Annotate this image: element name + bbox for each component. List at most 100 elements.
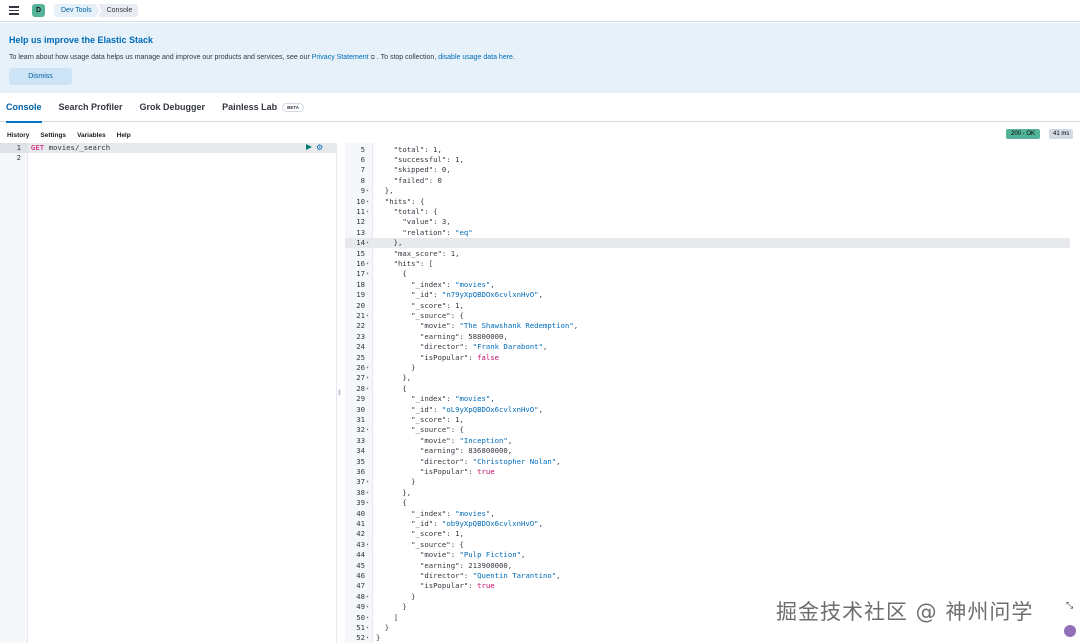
line-number: 16 — [356, 258, 365, 268]
fold-icon[interactable]: ▾ — [366, 384, 369, 394]
response-line: "isPopular": true — [419, 581, 495, 591]
response-line: "earning": 213900000, — [419, 560, 513, 570]
fold-icon[interactable]: ▾ — [366, 259, 369, 269]
line-number: 27 — [356, 373, 365, 383]
line-number: 44 — [356, 550, 365, 560]
response-line: } — [376, 477, 416, 487]
menu-help[interactable]: Help — [117, 132, 131, 139]
line-number: 52 — [356, 633, 365, 643]
tab-painless-lab[interactable]: Painless Lab BETA — [222, 93, 305, 122]
disable-usage-data-link[interactable]: disable usage data here — [438, 54, 513, 61]
response-line: "_score": 1, — [411, 414, 464, 424]
line-number: 35 — [356, 456, 365, 466]
line-number: 22 — [356, 321, 365, 331]
response-line: ] — [376, 612, 398, 622]
fold-icon[interactable]: ▾ — [366, 623, 369, 633]
tab-console[interactable]: Console — [6, 93, 42, 123]
line-number: 19 — [356, 290, 365, 300]
send-request-icon[interactable] — [306, 144, 312, 150]
line-number: 40 — [356, 508, 365, 518]
response-line: "_id": "n79yXpQBDOx6cvlxnHvO", — [411, 290, 543, 300]
request-editor[interactable]: 1 2 GET movies/_search ⚙ — [0, 143, 336, 643]
http-method: GET — [31, 143, 45, 152]
response-line: "_source": { — [411, 539, 464, 549]
response-line: "director": "Christopher Nolan", — [419, 456, 561, 466]
response-line: "_source": { — [411, 310, 464, 320]
callout-title: Help us improve the Elastic Stack — [9, 35, 154, 45]
line-number: 33 — [356, 435, 365, 445]
response-line: "director": "Frank Darabont", — [419, 342, 548, 352]
telemetry-callout: Help us improve the Elastic Stack To lea… — [0, 23, 1080, 93]
response-line: } — [376, 362, 416, 372]
fold-icon[interactable]: ▾ — [366, 425, 369, 435]
top-header: D Dev Tools Console — [0, 0, 1080, 22]
wrench-icon[interactable]: ⚙ — [316, 143, 323, 152]
response-line: "_index": "movies", — [411, 394, 495, 404]
line-number: 6 — [360, 154, 365, 164]
fold-icon[interactable]: ▾ — [366, 592, 369, 602]
fold-icon[interactable]: ▾ — [366, 602, 369, 612]
response-line: }, — [376, 186, 394, 196]
fold-icon[interactable]: ▾ — [366, 186, 369, 196]
request-gutter — [0, 143, 28, 643]
fold-icon[interactable]: ▾ — [366, 498, 369, 508]
response-line: "isPopular": true — [419, 466, 495, 476]
menu-variables[interactable]: Variables — [77, 132, 106, 139]
breadcrumb-console: Console — [97, 4, 139, 17]
hamburger-menu-icon[interactable] — [0, 0, 28, 22]
breadcrumb-dev-tools[interactable]: Dev Tools — [54, 4, 100, 17]
response-line: "successful": 1, — [393, 154, 464, 164]
response-line: }, — [376, 238, 403, 248]
expand-icon[interactable]: ⤡ — [1066, 600, 1073, 611]
fold-icon[interactable]: ▾ — [366, 613, 369, 623]
response-line: "hits": { — [384, 196, 425, 206]
line-number: 38 — [356, 487, 365, 497]
fold-icon[interactable]: ▾ — [366, 373, 369, 383]
fold-icon[interactable]: ▾ — [366, 540, 369, 550]
tab-search-profiler[interactable]: Search Profiler — [59, 93, 123, 122]
external-link-icon: ⧉ — [370, 55, 375, 61]
help-icon[interactable] — [1064, 625, 1076, 637]
fold-icon[interactable]: ▾ — [366, 269, 369, 279]
fold-icon[interactable]: ▾ — [366, 238, 369, 248]
space-avatar[interactable]: D — [32, 4, 45, 17]
response-line: "movie": "Pulp Fiction", — [419, 550, 526, 560]
fold-icon[interactable]: ▾ — [366, 207, 369, 217]
menu-history[interactable]: History — [7, 132, 29, 139]
response-line: "relation": "eq" — [402, 227, 473, 237]
response-line: "_score": 1, — [411, 300, 464, 310]
tab-painless-lab-label: Painless Lab — [222, 102, 278, 112]
response-line: "hits": [ — [393, 258, 434, 268]
tab-grok-debugger[interactable]: Grok Debugger — [140, 93, 206, 122]
response-line: "value": 3, — [402, 217, 451, 227]
dismiss-button[interactable]: Dismiss — [9, 68, 72, 85]
line-number: 50 — [356, 612, 365, 622]
fold-icon[interactable]: ▾ — [366, 197, 369, 207]
line-number: 1 — [16, 143, 21, 152]
watermark: 掘金技术社区 @ 神州问学 — [776, 600, 1034, 624]
line-number: 51 — [356, 622, 365, 632]
fold-icon[interactable]: ▾ — [366, 363, 369, 373]
response-viewer[interactable]: 5 "total": 1, 6 "successful": 1, 7 "skippe… — [345, 143, 1080, 643]
fold-icon[interactable]: ▾ — [366, 477, 369, 487]
response-line: }, — [376, 487, 412, 497]
fold-icon[interactable]: ▾ — [366, 488, 369, 498]
line-number: 13 — [356, 227, 365, 237]
line-number: 47 — [356, 581, 365, 591]
response-line: "_index": "movies", — [411, 508, 495, 518]
privacy-statement-link[interactable]: Privacy Statement — [312, 54, 369, 61]
fold-icon[interactable]: ▾ — [366, 633, 369, 643]
response-line: } — [376, 591, 416, 601]
line-number: 39 — [356, 498, 365, 508]
line-number: 8 — [360, 175, 365, 185]
response-line: "movie": "Inception", — [419, 435, 513, 445]
line-number: 20 — [356, 300, 365, 310]
request-line: GET movies/_search — [31, 143, 110, 153]
line-number: 28 — [356, 383, 365, 393]
menu-settings[interactable]: Settings — [40, 132, 66, 139]
fold-icon[interactable]: ▾ — [366, 311, 369, 321]
line-number: 49 — [356, 602, 365, 612]
response-line: "_id": "oL9yXpQBDOx6cvlxnHvO", — [411, 404, 543, 414]
resize-grip-icon[interactable]: ‖ — [338, 390, 341, 397]
response-line: "total": 1, — [393, 144, 442, 154]
